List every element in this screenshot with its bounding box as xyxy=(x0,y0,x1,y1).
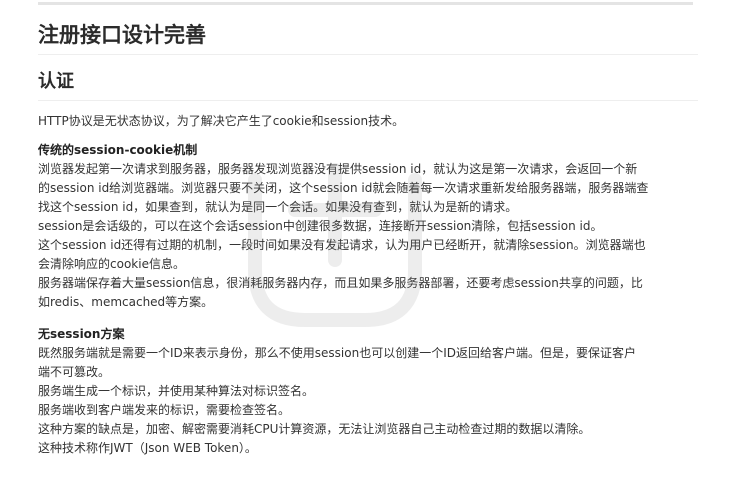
section-session-cookie: 传统的session-cookie机制 浏览器发起第一次请求到服务器，服务器发现… xyxy=(38,140,698,312)
paragraph-line: 服务端生成一个标识，并使用某种算法对标识签名。 xyxy=(38,384,315,398)
top-divider xyxy=(38,2,693,5)
paragraph-line: 浏览器发起第一次请求到服务器，服务器发现浏览器没有提供session id，就认… xyxy=(38,162,638,176)
article-body: 注册接口设计完善 认证 HTTP协议是无状态协议，为了解决它产生了cookie和… xyxy=(38,20,698,458)
paragraph-line: 找这个session id，如果查到，就认为是同一个会话。如果没有查到，就认为是… xyxy=(38,200,518,214)
paragraph-line: 这种方案的缺点是，加密、解密需要消耗CPU计算资源，无法让浏览器自己主动检查过期… xyxy=(38,422,591,436)
section-title-session-cookie: 传统的session-cookie机制 xyxy=(38,143,198,157)
paragraph-line: session是会话级的，可以在这个会话session中创建很多数据，连接断开s… xyxy=(38,219,603,233)
paragraph-line: 会清除响应的cookie信息。 xyxy=(38,257,185,271)
paragraph-line: 这个session id还得有过期的机制，一段时间如果没有发起请求，认为用户已经… xyxy=(38,238,646,252)
section-heading-auth: 认证 xyxy=(38,70,698,101)
paragraph-line: 这种技术称作JWT（Json WEB Token）。 xyxy=(38,441,257,455)
paragraph-line: 如redis、memcached等方案。 xyxy=(38,295,214,309)
section-no-session: 无session方案 既然服务端就是需要一个ID来表示身份，那么不使用sessi… xyxy=(38,324,698,458)
paragraph-line: 既然服务端就是需要一个ID来表示身份，那么不使用session也可以创建一个ID… xyxy=(38,346,636,360)
paragraph-line: 端不可篡改。 xyxy=(38,365,111,379)
section-title-no-session: 无session方案 xyxy=(38,327,125,341)
paragraph-line: 服务端收到客户端发来的标识，需要检查签名。 xyxy=(38,403,291,417)
paragraph-line: 服务器端保存着大量session信息，很消耗服务器内存，而且如果多服务器部署，还… xyxy=(38,276,643,290)
page-title: 注册接口设计完善 xyxy=(38,20,698,55)
intro-paragraph: HTTP协议是无状态协议，为了解决它产生了cookie和session技术。 xyxy=(38,114,405,128)
paragraph-line: 的session id给浏览器端。浏览器只要不关闭，这个session id就会… xyxy=(38,181,649,195)
